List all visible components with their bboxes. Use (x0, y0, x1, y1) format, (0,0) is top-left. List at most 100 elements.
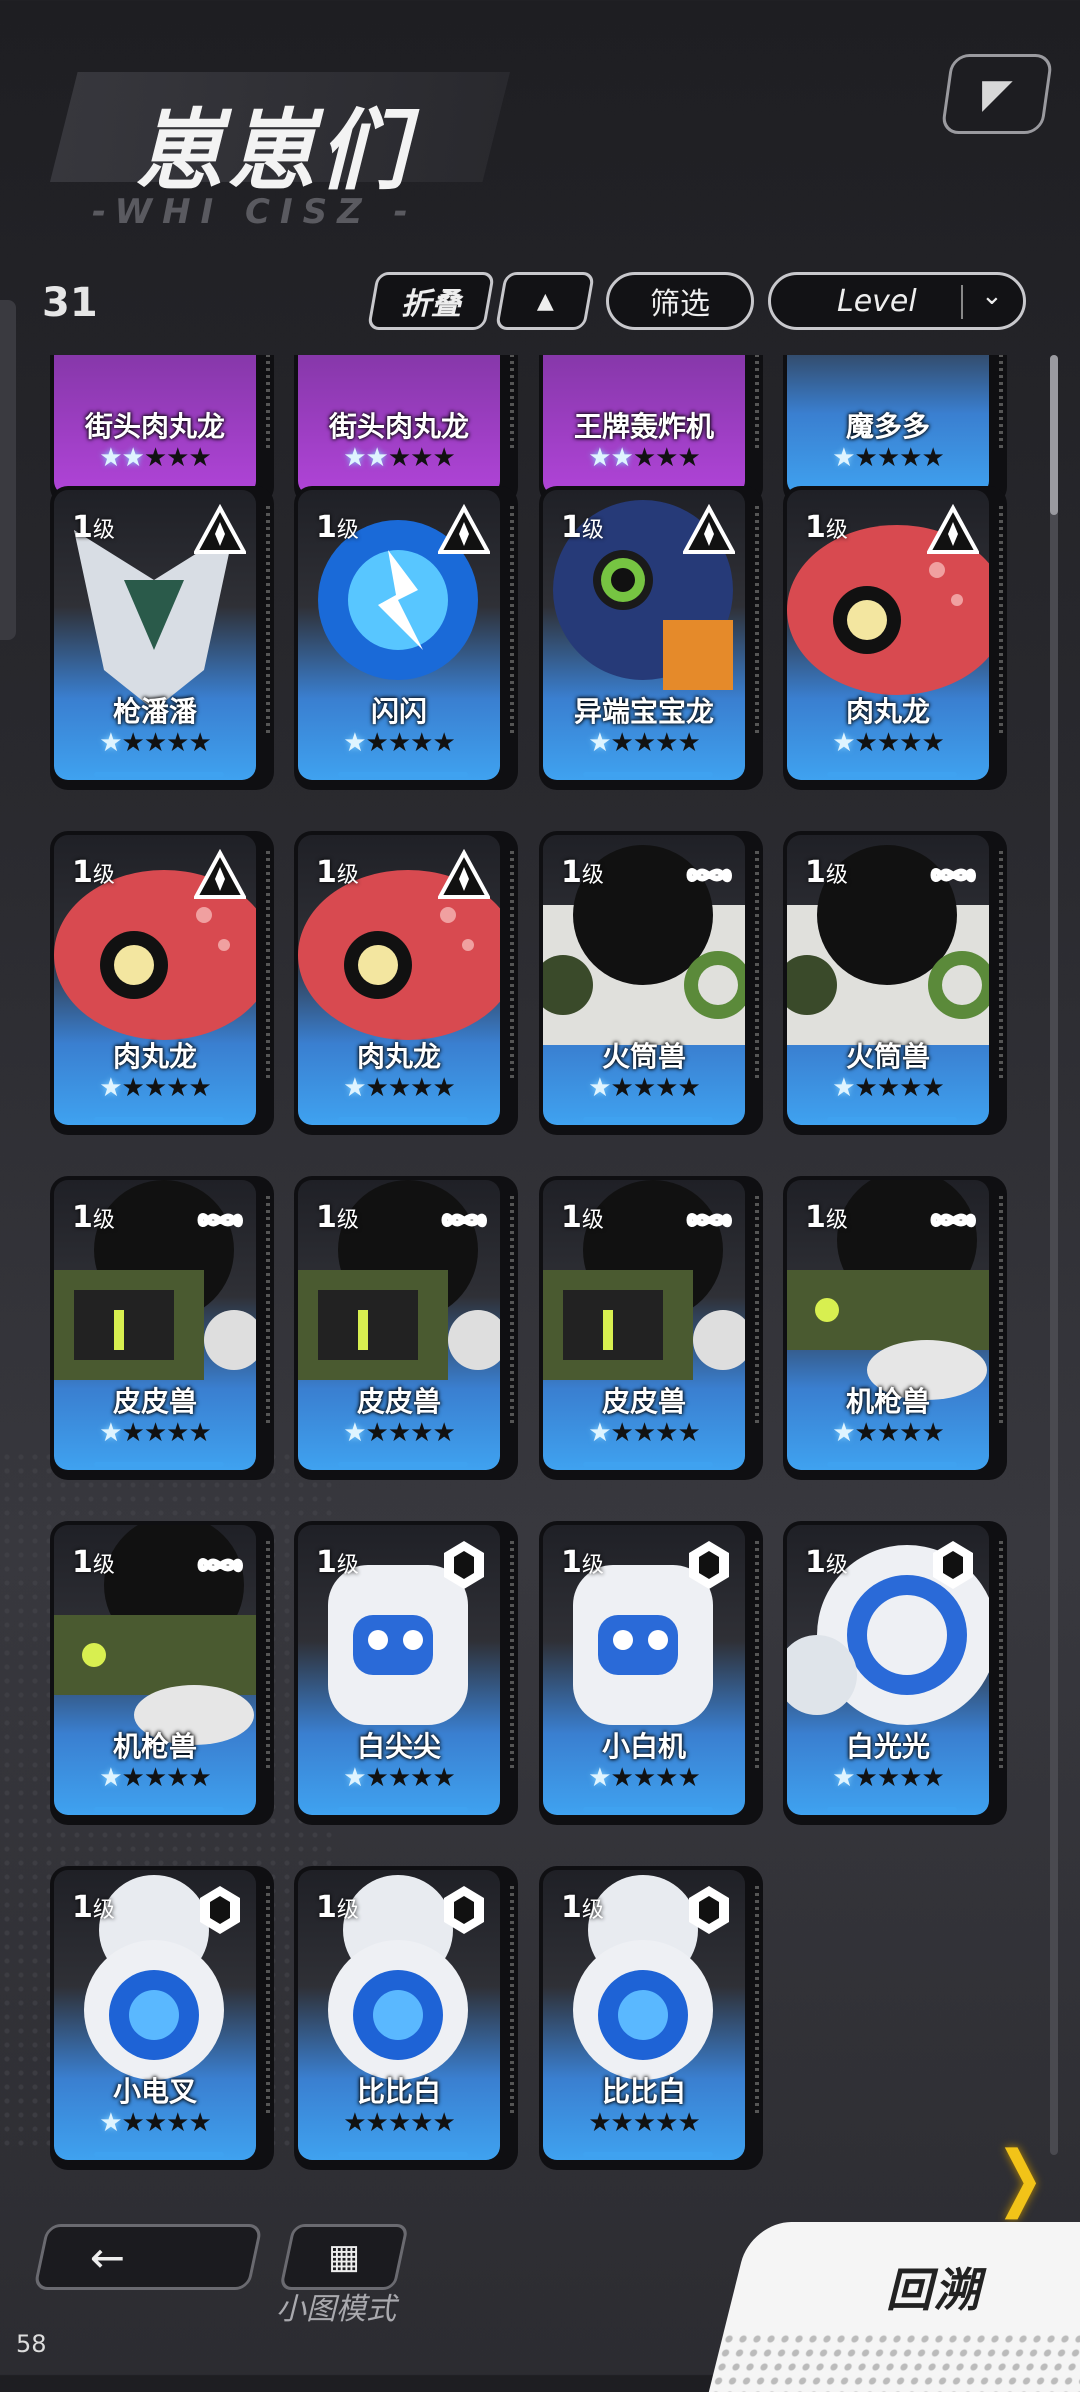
creature-card[interactable]: 1级 枪潘潘 ★★★★★ (50, 486, 274, 790)
chevron-down-icon: ⌄ (981, 281, 1003, 311)
star-icon: ★ (166, 1418, 189, 1448)
creature-card[interactable]: 1级 小白机 ★★★★★ (539, 1521, 763, 1825)
card-level: 1级 (72, 1545, 115, 1580)
corner-number: 58 (16, 2330, 47, 2358)
star-icon: ★ (921, 728, 944, 758)
creature-card[interactable]: 1级 肉丸龙 ★★★★★ (294, 831, 518, 1135)
infinity-rank-icon (930, 868, 976, 883)
creature-card[interactable]: 1级 肉丸龙 ★★★★★ (783, 486, 1007, 790)
star-icon: ★ (365, 1418, 389, 1448)
creature-card[interactable]: 1级 火筒兽 ★★★★★ (783, 831, 1007, 1135)
creature-card[interactable]: 1级 白尖尖 ★★★★★ (294, 1521, 518, 1825)
card-name: 比比白 (601, 2075, 686, 2108)
star-icon: ★ (121, 1418, 145, 1448)
card-stars: ★★★★★ (298, 1763, 500, 1793)
star-icon: ★ (166, 443, 189, 473)
card-level: 1级 (316, 510, 359, 545)
card-underline (94, 1117, 224, 1122)
star-icon: ★ (365, 1763, 389, 1793)
creature-card[interactable]: 1级 比比白 ★★★★★ (294, 1866, 518, 2170)
star-icon: ★ (365, 1073, 389, 1103)
star-icon: ★ (387, 1763, 411, 1793)
top-right-button[interactable]: ◤ (940, 54, 1054, 134)
star-icon: ★ (410, 728, 433, 758)
creature-card[interactable]: 1级 闪闪 ★★★★★ (294, 486, 518, 790)
star-icon: ★ (99, 1073, 122, 1103)
star-icon: ★ (387, 443, 411, 473)
star-icon: ★ (876, 1763, 900, 1793)
star-icon: ★ (410, 443, 433, 473)
infinity-rank-icon (930, 1213, 976, 1228)
chevron-right-icon[interactable]: ❯ (996, 2135, 1044, 2219)
card-underline (827, 1117, 957, 1122)
star-icon: ★ (832, 1763, 855, 1793)
card-name: 异端宝宝龙 (573, 695, 714, 728)
triangle-rank-icon (194, 849, 246, 899)
card-level: 1级 (72, 510, 115, 545)
creature-card[interactable]: 街头肉丸龙 ★★★★★ (50, 355, 274, 505)
triangle-up-icon: ▲ (536, 288, 554, 314)
sort-dropdown[interactable]: Level ⌄ (768, 272, 1026, 330)
back-button[interactable]: ← (32, 2224, 264, 2290)
creature-card[interactable]: 1级 机枪兽 ★★★★★ (783, 1176, 1007, 1480)
creature-card[interactable]: 魔多多 ★★★★★ (783, 355, 1007, 505)
star-icon: ★ (854, 443, 878, 473)
card-stars: ★★★★★ (543, 2108, 745, 2138)
creature-card[interactable]: 1级 皮皮兽 ★★★★★ (294, 1176, 518, 1480)
star-icon: ★ (343, 2108, 366, 2138)
infinity-rank-icon (686, 868, 732, 883)
star-icon: ★ (588, 1073, 611, 1103)
creature-card[interactable]: 1级 皮皮兽 ★★★★★ (50, 1176, 274, 1480)
star-icon: ★ (143, 1763, 167, 1793)
star-icon: ★ (99, 443, 122, 473)
star-icon: ★ (655, 1073, 678, 1103)
creature-card[interactable]: 王牌轰炸机 ★★★★★ (539, 355, 763, 505)
creature-card[interactable]: 街头肉丸龙 ★★★★★ (294, 355, 518, 505)
card-name: 比比白 (356, 2075, 441, 2108)
card-underline (583, 1462, 713, 1467)
creature-card[interactable]: 1级 肉丸龙 ★★★★★ (50, 831, 274, 1135)
card-stars: ★★★★★ (543, 1763, 745, 1793)
card-level: 1级 (805, 855, 848, 890)
star-icon: ★ (432, 443, 455, 473)
creature-card[interactable]: 1级 机枪兽 ★★★★★ (50, 1521, 274, 1825)
star-icon: ★ (432, 728, 455, 758)
star-icon: ★ (143, 2108, 167, 2138)
star-icon: ★ (632, 728, 656, 758)
sort-direction-button[interactable]: ▲ (494, 272, 596, 330)
star-icon: ★ (343, 1418, 366, 1448)
star-icon: ★ (677, 728, 700, 758)
star-icon: ★ (188, 2108, 211, 2138)
card-name: 皮皮兽 (356, 1385, 441, 1418)
star-icon: ★ (143, 443, 167, 473)
star-icon: ★ (632, 443, 656, 473)
star-icon: ★ (365, 728, 389, 758)
creature-card[interactable]: 1级 白光光 ★★★★★ (783, 1521, 1007, 1825)
view-mode-button[interactable]: ▦ (278, 2224, 410, 2290)
star-icon: ★ (121, 1763, 145, 1793)
star-icon: ★ (121, 443, 145, 473)
star-icon: ★ (832, 443, 855, 473)
filter-button[interactable]: 筛选 (606, 272, 754, 330)
star-icon: ★ (588, 728, 611, 758)
creature-card[interactable]: 1级 火筒兽 ★★★★★ (539, 831, 763, 1135)
star-icon: ★ (410, 2108, 433, 2138)
star-icon: ★ (921, 1418, 944, 1448)
star-icon: ★ (610, 1073, 634, 1103)
hex-rank-icon (444, 1886, 484, 1934)
creature-card[interactable]: 1级 比比白 ★★★★★ (539, 1866, 763, 2170)
star-icon: ★ (610, 1763, 634, 1793)
creature-card[interactable]: 1级 异端宝宝龙 ★★★★★ (539, 486, 763, 790)
card-stars: ★★★★★ (54, 1418, 256, 1448)
star-icon: ★ (655, 1418, 678, 1448)
scrollbar-thumb[interactable] (1050, 355, 1058, 515)
card-stars: ★★★★★ (787, 443, 989, 473)
card-name: 王牌轰炸机 (573, 410, 714, 443)
star-icon: ★ (166, 728, 189, 758)
creature-card[interactable]: 1级 小电叉 ★★★★★ (50, 1866, 274, 2170)
creature-card[interactable]: 1级 皮皮兽 ★★★★★ (539, 1176, 763, 1480)
card-stars: ★★★★★ (54, 443, 256, 473)
fold-button[interactable]: 折叠 (366, 272, 496, 330)
scrollbar-track[interactable] (1050, 355, 1058, 2155)
infinity-rank-icon (197, 1558, 243, 1573)
